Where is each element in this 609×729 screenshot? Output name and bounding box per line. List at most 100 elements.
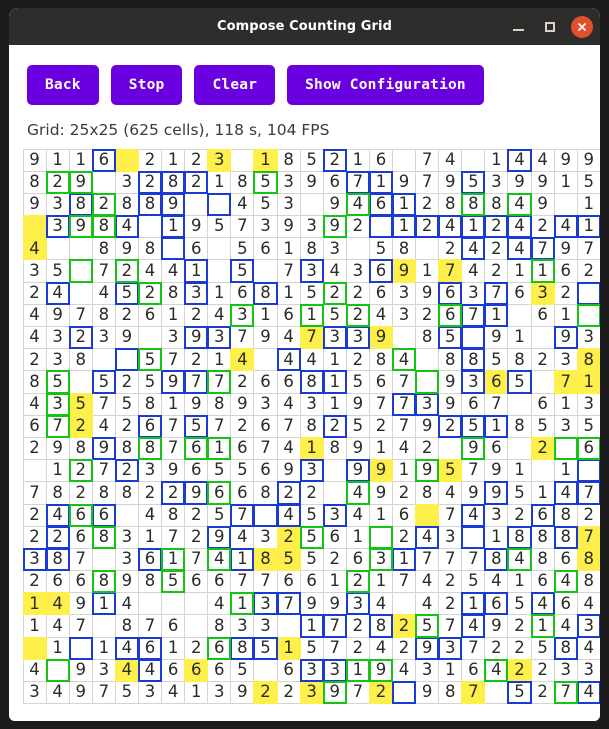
grid-cell[interactable] <box>253 503 278 527</box>
grid-cell[interactable] <box>68 259 93 283</box>
grid-cell[interactable]: 2 <box>368 414 393 438</box>
grid-cell[interactable]: 5 <box>276 547 301 572</box>
grid-cell[interactable]: 1 <box>161 392 186 416</box>
grid-cell[interactable]: 1 <box>553 392 578 416</box>
grid-cell[interactable]: 4 <box>484 658 509 682</box>
grid-cell[interactable]: 5 <box>114 392 139 416</box>
grid-cell[interactable]: 7 <box>461 459 486 483</box>
grid-cell[interactable] <box>392 148 417 172</box>
grid-cell[interactable]: 9 <box>484 481 509 505</box>
grid-cell[interactable]: 2 <box>530 658 555 682</box>
grid-cell[interactable]: 3 <box>230 303 255 327</box>
grid-cell[interactable]: 5 <box>253 636 278 660</box>
grid-cell[interactable]: 4 <box>392 658 417 682</box>
grid-cell[interactable]: 7 <box>392 570 417 594</box>
show-configuration-button[interactable]: Show Configuration <box>287 65 484 105</box>
grid-cell[interactable] <box>392 326 417 350</box>
grid-cell[interactable]: 4 <box>461 614 486 638</box>
grid-cell[interactable]: 8 <box>114 436 139 461</box>
grid-cell[interactable]: 8 <box>91 525 116 549</box>
grid-cell[interactable]: 5 <box>137 370 163 394</box>
grid-cell[interactable]: 9 <box>322 192 347 217</box>
grid-cell[interactable]: 7 <box>91 259 116 283</box>
grid-cell[interactable]: 9 <box>368 459 393 483</box>
grid-cell[interactable]: 1 <box>345 658 370 682</box>
grid-cell[interactable]: 3 <box>45 215 70 239</box>
grid-cell[interactable]: 6 <box>230 281 255 305</box>
grid-cell[interactable]: 4 <box>22 658 47 682</box>
grid-cell[interactable]: 9 <box>438 170 463 194</box>
grid-cell[interactable]: 1 <box>161 303 186 327</box>
grid-cell[interactable]: 3 <box>392 281 417 305</box>
grid-cell[interactable]: 8 <box>438 192 463 217</box>
grid-cell[interactable]: 1 <box>45 148 70 172</box>
grid-cell[interactable]: 6 <box>438 281 463 305</box>
grid-cell[interactable]: 3 <box>345 326 370 350</box>
grid-cell[interactable]: 9 <box>68 658 93 682</box>
grid-cell[interactable]: 3 <box>253 215 278 239</box>
grid-cell[interactable]: 5 <box>299 525 324 549</box>
window-titlebar[interactable]: Compose Counting Grid <box>9 8 600 45</box>
grid-cell[interactable]: 4 <box>45 681 70 705</box>
grid-cell[interactable] <box>368 525 393 549</box>
grid-cell[interactable]: 7 <box>415 170 440 194</box>
grid-cell[interactable]: 1 <box>461 592 486 616</box>
grid-cell[interactable]: 5 <box>299 547 324 572</box>
grid-cell[interactable]: 9 <box>553 237 578 261</box>
grid-cell[interactable]: 1 <box>276 237 301 261</box>
grid-cell[interactable]: 6 <box>230 436 255 461</box>
grid-cell[interactable]: 8 <box>530 525 555 549</box>
grid-cell[interactable] <box>461 148 486 172</box>
grid-cell[interactable]: 4 <box>322 259 347 283</box>
grid-cell[interactable] <box>91 348 116 372</box>
grid-cell[interactable]: 8 <box>207 392 232 416</box>
grid-cell[interactable]: 5 <box>230 459 255 483</box>
grid-cell[interactable]: 3 <box>114 170 139 194</box>
grid-cell[interactable]: 7 <box>230 215 255 239</box>
grid-cell[interactable]: 6 <box>207 636 232 660</box>
grid-cell[interactable]: 1 <box>68 148 93 172</box>
grid-cell[interactable]: 4 <box>461 259 486 283</box>
grid-cell[interactable]: 1 <box>484 525 509 549</box>
grid-cell[interactable]: 1 <box>230 592 255 616</box>
grid-cell[interactable]: 2 <box>22 503 47 527</box>
grid-cell[interactable]: 2 <box>276 481 301 505</box>
grid-cell[interactable]: 4 <box>415 570 440 594</box>
grid-cell[interactable]: 2 <box>137 148 163 172</box>
grid-cell[interactable]: 6 <box>484 436 509 461</box>
grid-cell[interactable]: 7 <box>461 681 486 705</box>
grid-cell[interactable]: 6 <box>322 170 347 194</box>
grid-cell[interactable]: 3 <box>45 392 70 416</box>
grid-cell[interactable]: 2 <box>415 192 440 217</box>
grid-cell[interactable]: 4 <box>461 237 486 261</box>
grid-cell[interactable]: 2 <box>68 481 93 505</box>
grid-cell[interactable]: 1 <box>530 614 555 638</box>
grid-cell[interactable]: 5 <box>137 348 163 372</box>
grid-cell[interactable]: 3 <box>253 592 278 616</box>
grid-cell[interactable]: 7 <box>392 370 417 394</box>
grid-cell[interactable]: 3 <box>253 614 278 638</box>
grid-cell[interactable]: 4 <box>137 503 163 527</box>
grid-cell[interactable] <box>114 503 139 527</box>
grid-cell[interactable]: 4 <box>484 570 509 594</box>
grid-cell[interactable]: 4 <box>276 392 301 416</box>
grid-cell[interactable]: 6 <box>461 658 486 682</box>
grid-cell[interactable]: 8 <box>553 503 578 527</box>
grid-cell[interactable]: 5 <box>299 503 324 527</box>
grid-cell[interactable]: 8 <box>438 348 463 372</box>
grid-cell[interactable]: 5 <box>438 459 463 483</box>
grid-cell[interactable]: 6 <box>530 570 555 594</box>
grid-cell[interactable]: 9 <box>68 215 93 239</box>
grid-cell[interactable]: 5 <box>299 148 324 172</box>
grid-cell[interactable]: 3 <box>230 614 255 638</box>
grid-cell[interactable]: 7 <box>45 414 70 438</box>
grid-cell[interactable]: 7 <box>461 636 486 660</box>
grid-cell[interactable]: 5 <box>299 636 324 660</box>
grid-cell[interactable] <box>68 237 93 261</box>
grid-cell[interactable]: 9 <box>345 392 370 416</box>
grid-cell[interactable]: 3 <box>207 148 232 172</box>
grid-cell[interactable]: 9 <box>161 459 186 483</box>
grid-cell[interactable]: 2 <box>22 525 47 549</box>
grid-cell[interactable]: 3 <box>276 170 301 194</box>
grid-cell[interactable]: 8 <box>253 481 278 505</box>
